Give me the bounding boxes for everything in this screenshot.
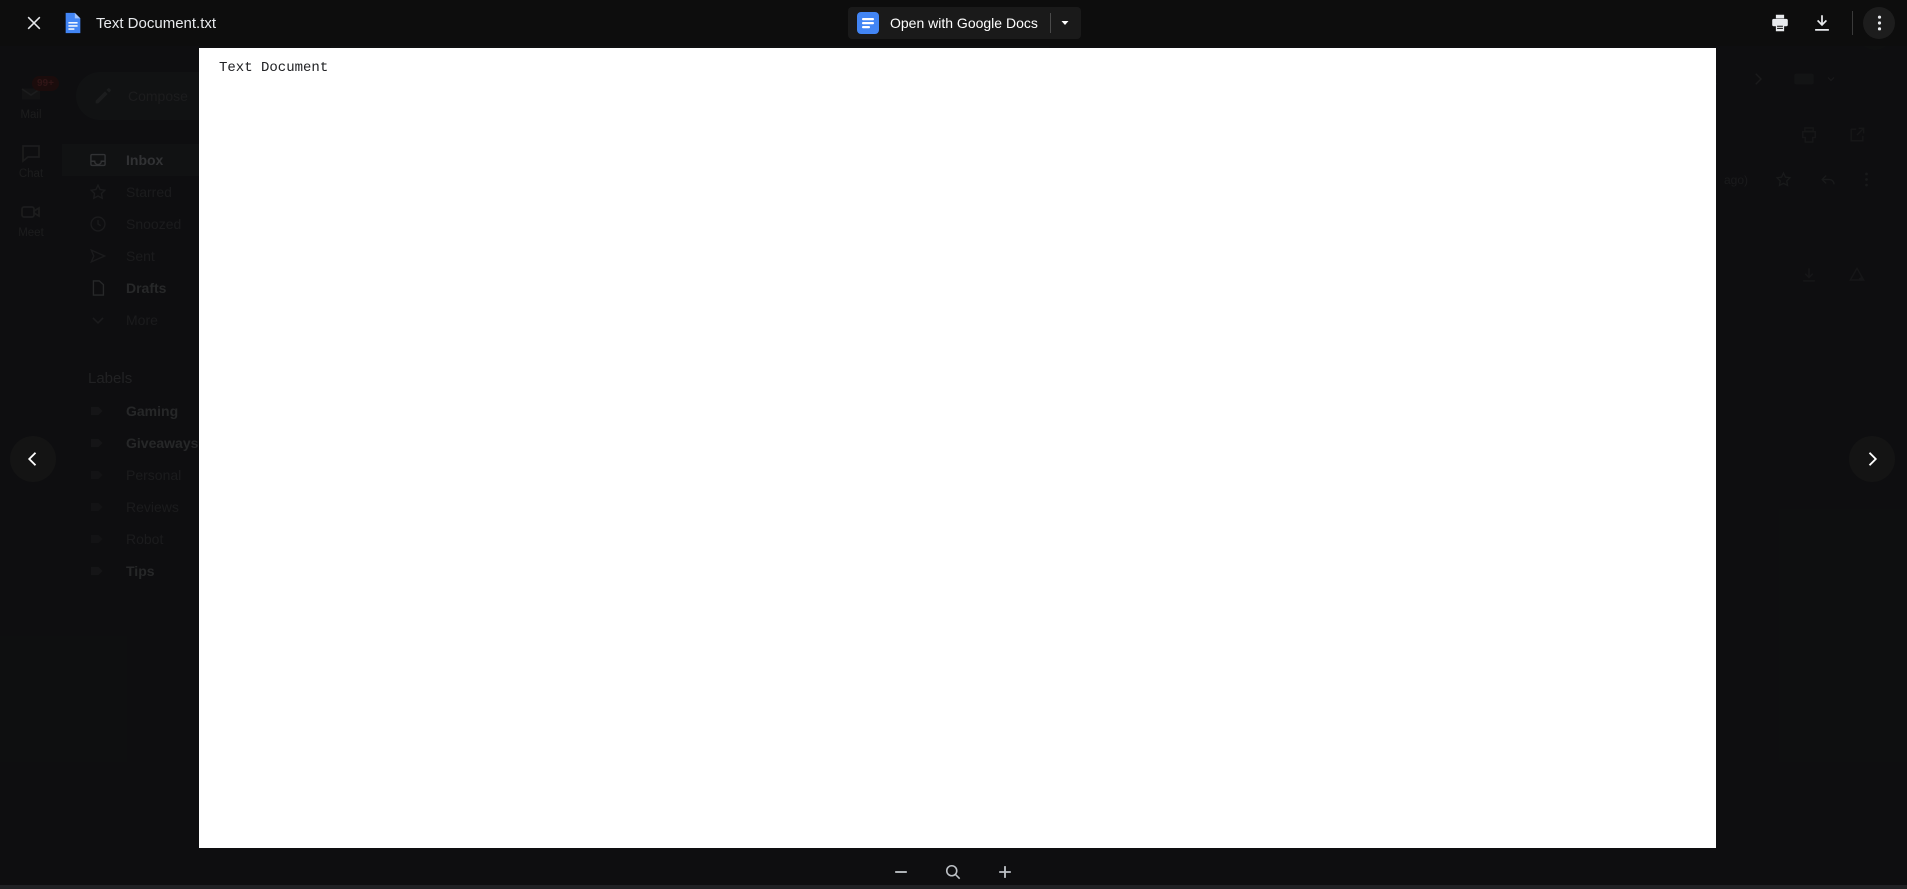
zoom-in-button[interactable] [992,859,1018,885]
previous-attachment-button[interactable] [10,436,56,482]
next-attachment-button[interactable] [1849,436,1895,482]
preview-filename: Text Document.txt [96,15,216,32]
zoom-in-plus-icon [995,862,1015,882]
chevron-down-icon [1059,17,1071,29]
download-icon [1811,12,1833,34]
magnifier-icon [943,862,963,882]
zoom-out-button[interactable] [888,859,914,885]
zoom-controls [888,855,1018,889]
document-text-content: Text Document [219,60,1716,76]
open-with-label: Open with Google Docs [890,15,1038,31]
preview-right-actions [1760,0,1895,46]
text-file-icon [63,12,83,34]
close-icon [24,13,44,33]
preview-download-button[interactable] [1802,3,1842,43]
more-vert-icon [1877,13,1882,33]
file-preview-overlay: Text Document.txt Open with Google Docs [0,0,1907,885]
zoom-reset-button[interactable] [940,859,966,885]
google-docs-icon [856,11,880,35]
chevron-right-icon [1862,449,1882,469]
actions-divider [1852,11,1853,35]
open-with-dropdown-button[interactable] [1051,7,1079,39]
document-preview-panel[interactable]: Text Document [199,48,1716,848]
close-preview-button[interactable] [14,3,54,43]
preview-more-button[interactable] [1863,7,1895,39]
zoom-out-minus-icon [891,862,911,882]
preview-print-button[interactable] [1760,3,1800,43]
chevron-left-icon [23,449,43,469]
open-with-google-docs-button[interactable]: Open with Google Docs [848,7,1081,39]
print-icon [1769,12,1791,34]
text-file-icon-wrap [62,12,84,34]
preview-top-bar: Text Document.txt Open with Google Docs [0,0,1907,46]
